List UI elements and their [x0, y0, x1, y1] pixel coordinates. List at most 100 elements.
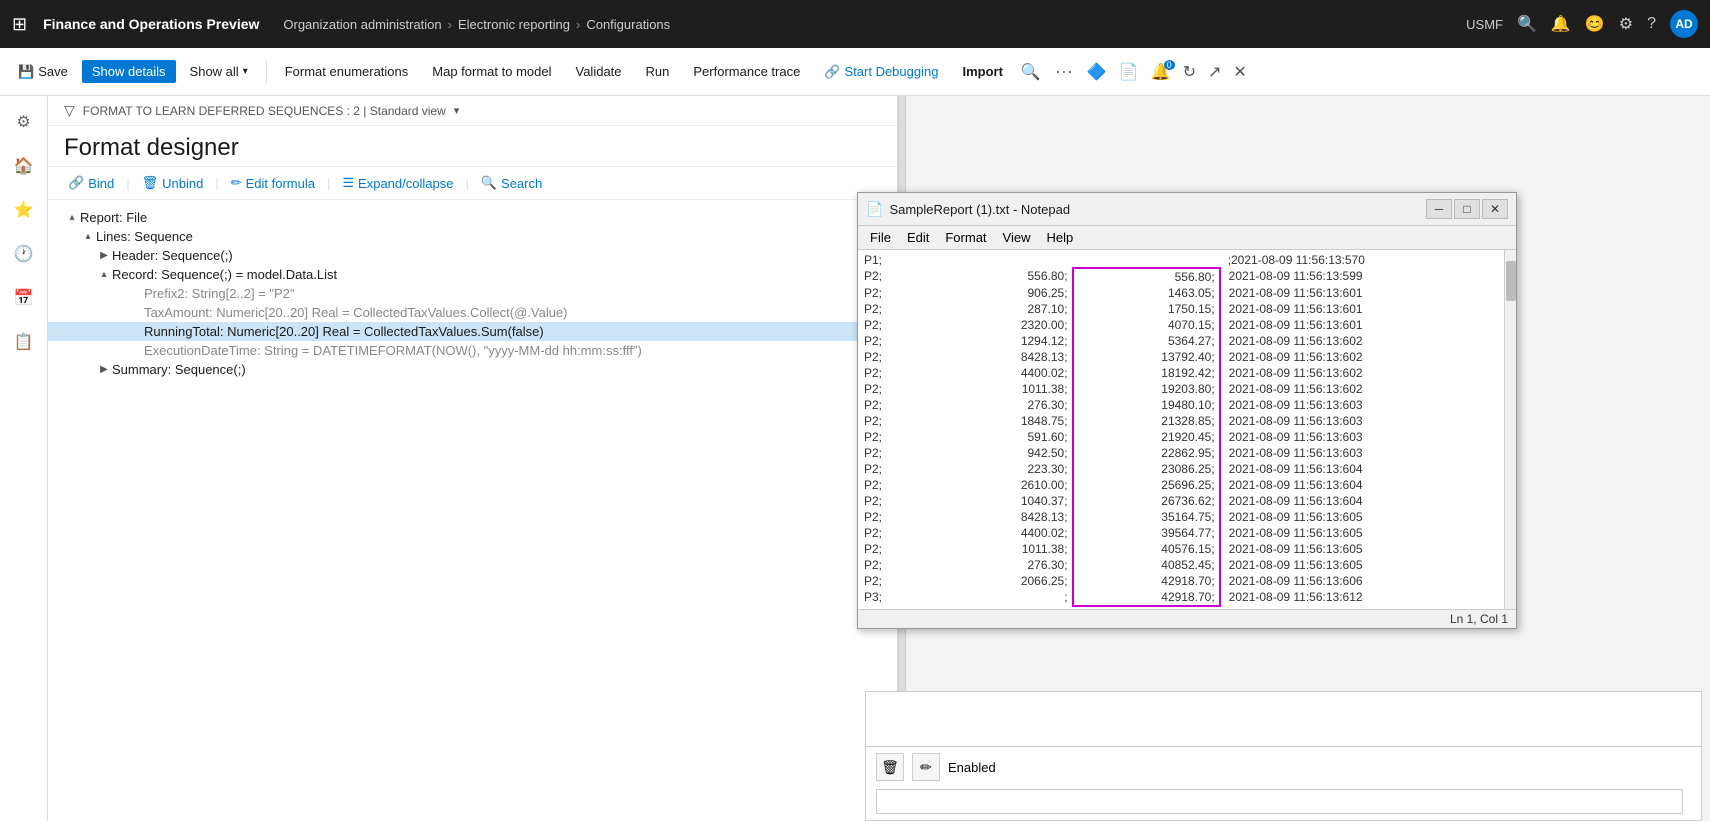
app-grid-icon[interactable]: ⊞: [12, 14, 27, 35]
table-row: P2; 591.60; 21920.45; 2021-08-09 11:56:1…: [860, 429, 1514, 445]
table-row: P2; 1011.38; 40576.15; 2021-08-09 11:56:…: [860, 541, 1514, 557]
notepad-content[interactable]: P1; ;2021-08-09 11:56:13:570 P2; 556.80;…: [858, 250, 1516, 609]
notepad-menu-view[interactable]: View: [995, 228, 1039, 247]
col-amount: ;: [925, 589, 1072, 606]
sidebar-home-icon[interactable]: 🏠: [6, 148, 42, 184]
show-all-button[interactable]: Show all ▾: [180, 60, 258, 83]
tree-node-prefix2[interactable]: Prefix2: String[2..2] = "P2": [48, 284, 897, 303]
breadcrumb-item-1[interactable]: Organization administration: [283, 17, 441, 32]
col-prefix: P2;: [860, 285, 925, 301]
breadcrumb: Organization administration › Electronic…: [283, 17, 670, 32]
minimize-button[interactable]: ─: [1426, 199, 1452, 219]
tree-node-record[interactable]: ▴ Record: Sequence(;) = model.Data.List: [48, 265, 897, 284]
sidebar-list-icon[interactable]: 📋: [6, 324, 42, 360]
tree-node-taxamount[interactable]: TaxAmount: Numeric[20..20] Real = Collec…: [48, 303, 897, 322]
edit-formula-button[interactable]: ✏ Edit formula: [227, 173, 319, 193]
show-details-button[interactable]: Show details: [82, 60, 176, 83]
notepad-menu-edit[interactable]: Edit: [899, 228, 937, 247]
col-amount: 8428.13;: [925, 349, 1072, 365]
table-row: P2; 4400.02; 18192.42; 2021-08-09 11:56:…: [860, 365, 1514, 381]
standard-view-dropdown[interactable]: ▾: [454, 104, 460, 117]
restore-button[interactable]: □: [1454, 199, 1480, 219]
col-prefix: P2;: [860, 541, 925, 557]
close-button[interactable]: ✕: [1482, 199, 1508, 219]
notepad-scrollbar[interactable]: [1504, 250, 1516, 609]
tree-node-summary[interactable]: ▶ Summary: Sequence(;): [48, 360, 897, 379]
validate-button[interactable]: Validate: [566, 60, 632, 83]
expand-collapse-button[interactable]: ☰ Expand/collapse: [338, 173, 457, 193]
toolbar-badge-icon[interactable]: 🔔0: [1147, 58, 1175, 86]
breadcrumb-item-3[interactable]: Configurations: [586, 17, 670, 32]
col-running: 40852.45;: [1073, 557, 1220, 573]
toolbar-icon-2[interactable]: 📄: [1115, 58, 1143, 86]
sidebar-calendar-icon[interactable]: 📅: [6, 280, 42, 316]
settings-icon[interactable]: ⚙: [1619, 14, 1633, 34]
toolbar-icon-3[interactable]: ↻: [1179, 58, 1200, 86]
tree-area[interactable]: ▴ Report: File ▴ Lines: Sequence ▶ Heade…: [48, 200, 897, 821]
designer-header: Format designer: [48, 126, 897, 167]
scrollbar-thumb[interactable]: [1506, 261, 1516, 301]
delete-icon-button[interactable]: 🗑: [876, 753, 904, 781]
search-button[interactable]: 🔍 Search: [477, 173, 546, 193]
import-button[interactable]: Import: [952, 60, 1012, 83]
col-amount: 2610.00;: [925, 477, 1072, 493]
col-datetime: 2021-08-09 11:56:13:602: [1220, 349, 1514, 365]
notepad-menu-format[interactable]: Format: [937, 228, 994, 247]
user-avatar[interactable]: AD: [1670, 10, 1698, 38]
enabled-input[interactable]: [876, 789, 1683, 814]
sidebar-star-icon[interactable]: ⭐: [6, 192, 42, 228]
col-datetime: ;2021-08-09 11:56:13:570: [1220, 252, 1514, 268]
notepad-titlebar: 📄 SampleReport (1).txt - Notepad ─ □ ✕: [858, 193, 1516, 226]
col-amount: [925, 252, 1072, 268]
notepad-menu-help[interactable]: Help: [1038, 228, 1081, 247]
col-prefix: P2;: [860, 509, 925, 525]
filter-icon[interactable]: ▽: [64, 102, 75, 119]
designer-toolbar: 🔗 Bind | 🗑 Unbind | ✏ Edit formula | ☰ E…: [48, 167, 897, 200]
col-running: 25696.25;: [1073, 477, 1220, 493]
format-enumerations-button[interactable]: Format enumerations: [275, 60, 419, 83]
performance-trace-button[interactable]: Performance trace: [683, 60, 810, 83]
edit-icon: ✏: [231, 175, 242, 191]
map-format-button[interactable]: Map format to model: [422, 60, 561, 83]
toolbar-close-icon[interactable]: ✕: [1229, 58, 1250, 86]
unbind-button[interactable]: 🗑 Unbind: [138, 173, 208, 193]
tree-node-header[interactable]: ▶ Header: Sequence(;): [48, 246, 897, 265]
notepad-menu-file[interactable]: File: [862, 228, 899, 247]
help-icon[interactable]: ?: [1647, 15, 1656, 33]
table-row: P3; ; 42918.70; 2021-08-09 11:56:13:612: [860, 589, 1514, 606]
main-area: ⚙ 🏠 ⭐ 🕐 📅 📋 ▽ FORMAT TO LEARN DEFERRED S…: [0, 96, 1710, 821]
run-button[interactable]: Run: [636, 60, 680, 83]
breadcrumb-item-2[interactable]: Electronic reporting: [458, 17, 570, 32]
search-icon[interactable]: 🔍: [1517, 14, 1537, 34]
top-nav-right: USMF 🔍 🔔 😊 ⚙ ? AD: [1466, 10, 1698, 38]
more-options-button[interactable]: ···: [1049, 57, 1079, 86]
edit-icon-button[interactable]: ✏: [912, 753, 940, 781]
search-toolbar-icon[interactable]: 🔍: [1017, 58, 1045, 86]
col-running: 5364.27;: [1073, 333, 1220, 349]
sidebar-filter-icon[interactable]: ⚙: [6, 104, 42, 140]
tree-node-report[interactable]: ▴ Report: File: [48, 208, 897, 227]
col-prefix: P2;: [860, 365, 925, 381]
table-row: P2; 2066.25; 42918.70; 2021-08-09 11:56:…: [860, 573, 1514, 589]
user-face-icon[interactable]: 😊: [1585, 14, 1605, 34]
tree-arrow-header: ▶: [96, 250, 112, 261]
notepad-window: 📄 SampleReport (1).txt - Notepad ─ □ ✕ F…: [857, 192, 1517, 629]
col-datetime: 2021-08-09 11:56:13:612: [1220, 589, 1514, 606]
designer-panel: ▽ FORMAT TO LEARN DEFERRED SEQUENCES : 2…: [48, 96, 898, 821]
bind-button[interactable]: 🔗 Bind: [64, 173, 118, 193]
start-debugging-button[interactable]: 🔗 Start Debugging: [814, 60, 948, 84]
toolbar-icon-1[interactable]: 🔷: [1083, 58, 1111, 86]
save-button[interactable]: 💾 Save: [8, 60, 78, 84]
tree-node-runningtotal[interactable]: RunningTotal: Numeric[20..20] Real = Col…: [48, 322, 897, 341]
expand-icon: ☰: [342, 175, 354, 191]
tree-node-execution[interactable]: ExecutionDateTime: String = DATETIMEFORM…: [48, 341, 897, 360]
table-row: P2; 287.10; 1750.15; 2021-08-09 11:56:13…: [860, 301, 1514, 317]
col-datetime: 2021-08-09 11:56:13:604: [1220, 493, 1514, 509]
toolbar-icon-4[interactable]: ↗: [1204, 58, 1225, 86]
sidebar-clock-icon[interactable]: 🕐: [6, 236, 42, 272]
tree-node-lines[interactable]: ▴ Lines: Sequence: [48, 227, 897, 246]
col-running: 23086.25;: [1073, 461, 1220, 477]
text-area[interactable]: [865, 691, 1702, 747]
notification-icon[interactable]: 🔔: [1551, 14, 1571, 34]
enabled-section: 🗑 ✏ Enabled: [865, 747, 1702, 821]
